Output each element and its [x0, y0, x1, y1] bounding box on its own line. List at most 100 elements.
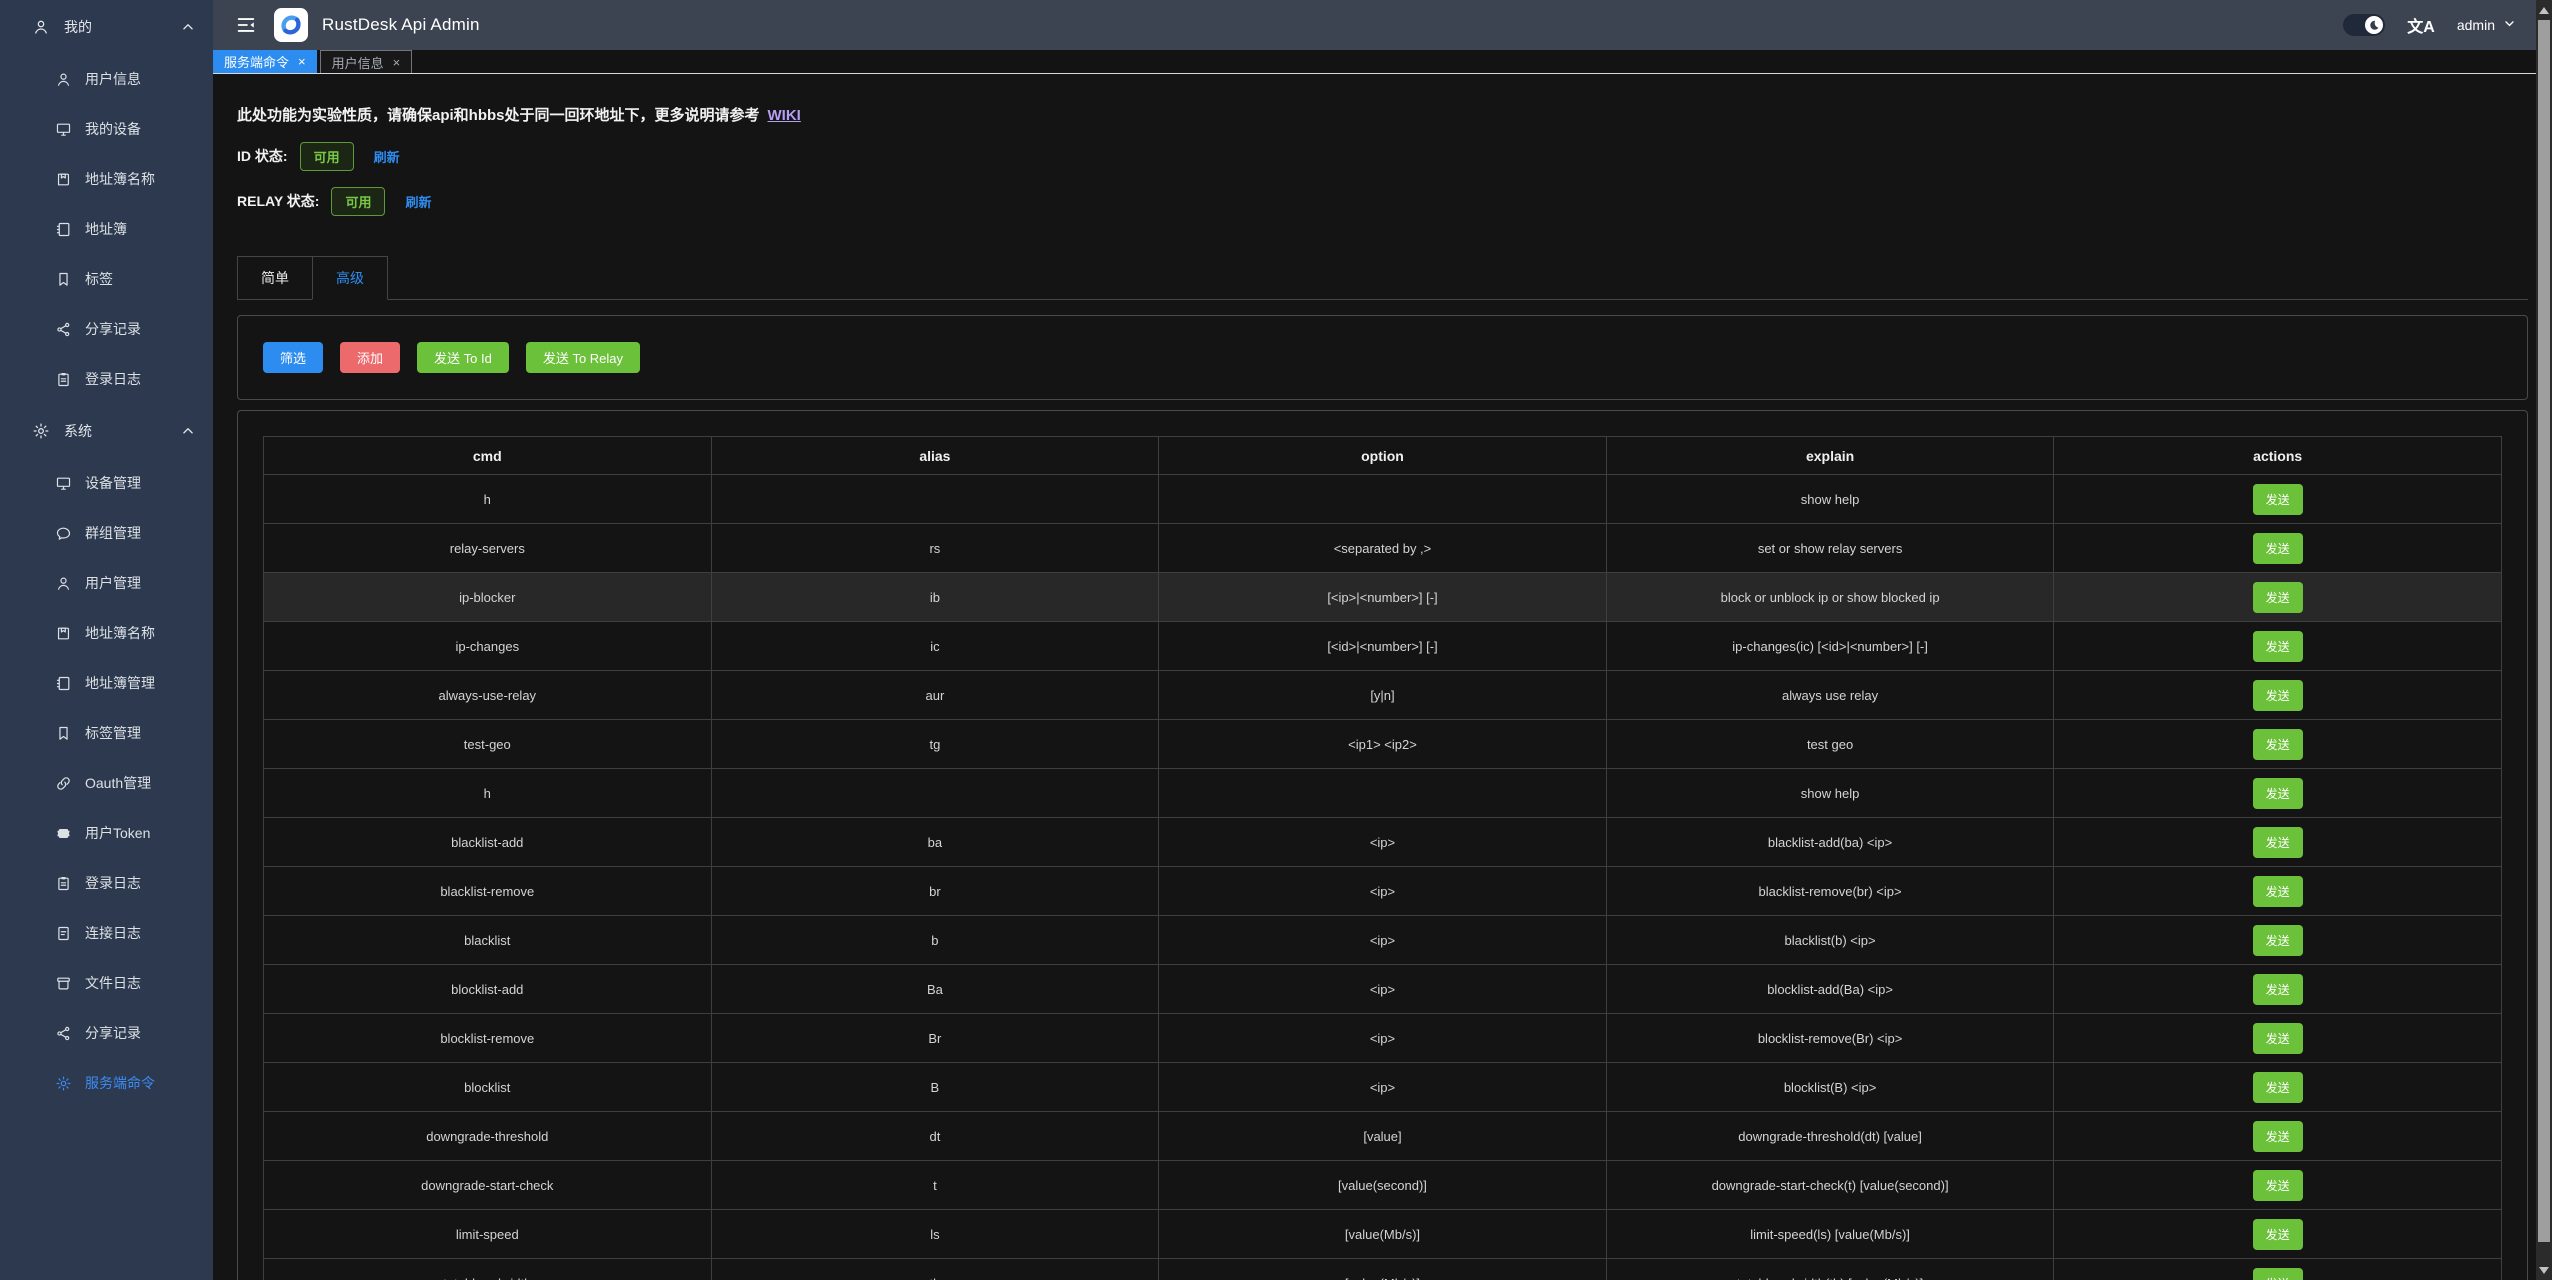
cell-cmd: total-bandwidth — [264, 1259, 712, 1280]
send-button[interactable]: 发送 — [2253, 778, 2303, 809]
cell-explain: blacklist-remove(br) <ip> — [1606, 867, 2054, 916]
sidebar-group-1[interactable]: 系统 — [0, 404, 213, 458]
sidebar-item-label: 用户信息 — [85, 69, 141, 89]
table-row: always-use-relayaur[y|n]always use relay… — [264, 671, 2502, 720]
cell-actions: 发送 — [2054, 1210, 2502, 1259]
window-tabs: 服务端命令×用户信息× — [213, 50, 2536, 74]
send-button[interactable]: 发送 — [2253, 582, 2303, 613]
cell-actions: 发送 — [2054, 769, 2502, 818]
sidebar-item[interactable]: 我的设备 — [0, 104, 213, 154]
relay-refresh-link[interactable]: 刷新 — [405, 192, 431, 211]
sidebar-item[interactable]: 地址簿管理 — [0, 658, 213, 708]
notebook-icon — [55, 221, 72, 238]
cell-cmd: downgrade-threshold — [264, 1112, 712, 1161]
cell-cmd: ip-changes — [264, 622, 712, 671]
send-button[interactable]: 发送 — [2253, 729, 2303, 760]
send-button[interactable]: 发送 — [2253, 631, 2303, 662]
sidebar-item[interactable]: 地址簿名称 — [0, 154, 213, 204]
send-button[interactable]: 发送 — [2253, 925, 2303, 956]
id-refresh-link[interactable]: 刷新 — [374, 147, 400, 166]
chevron-down-icon — [2503, 17, 2516, 33]
sidebar-item-label: 用户管理 — [85, 573, 141, 593]
cell-cmd: h — [264, 769, 712, 818]
send-button[interactable]: 发送 — [2253, 1268, 2303, 1280]
sidebar-item[interactable]: 用户信息 — [0, 54, 213, 104]
sidebar-item[interactable]: 连接日志 — [0, 908, 213, 958]
sidebar-item-label: 地址簿名称 — [85, 169, 155, 189]
sidebar-item[interactable]: 标签管理 — [0, 708, 213, 758]
monitor-icon — [55, 121, 72, 138]
sidebar-item[interactable]: 用户管理 — [0, 558, 213, 608]
cell-option: <ip> — [1159, 867, 1607, 916]
chevron-up-icon — [179, 422, 197, 440]
scrollbar-thumb[interactable] — [2538, 20, 2550, 1242]
cell-option: [value] — [1159, 1112, 1607, 1161]
view-tab[interactable]: 简单 — [237, 256, 313, 299]
id-status-label: ID 状态: — [237, 146, 288, 166]
username: admin — [2457, 17, 2495, 33]
user-menu[interactable]: admin — [2457, 17, 2516, 33]
sidebar-item[interactable]: 分享记录 — [0, 304, 213, 354]
cell-actions: 发送 — [2054, 867, 2502, 916]
sidebar-item[interactable]: 文件日志 — [0, 958, 213, 1008]
menu-fold-icon[interactable] — [235, 14, 257, 36]
cell-option: <ip1> <ip2> — [1159, 720, 1607, 769]
sidebar-group-0[interactable]: 我的 — [0, 0, 213, 54]
cell-alias — [711, 769, 1159, 818]
send-button[interactable]: 发送 — [2253, 533, 2303, 564]
send-button[interactable]: 发送 — [2253, 1219, 2303, 1250]
notebook-icon — [55, 675, 72, 692]
scroll-down-icon[interactable] — [2536, 1262, 2552, 1278]
send-button[interactable]: 发送 — [2253, 827, 2303, 858]
table-row: ip-changesic[<id>|<number>] [-]ip-change… — [264, 622, 2502, 671]
cell-actions: 发送 — [2054, 1014, 2502, 1063]
top-header: RustDesk Api Admin 文A admin — [213, 0, 2536, 50]
window-tab[interactable]: 服务端命令× — [213, 50, 317, 73]
id-status-badge[interactable]: 可用 — [300, 142, 354, 171]
cell-actions: 发送 — [2054, 1063, 2502, 1112]
send-button[interactable]: 发送 — [2253, 974, 2303, 1005]
send-button[interactable]: 发送 — [2253, 484, 2303, 515]
send-button[interactable]: 发送 — [2253, 1121, 2303, 1152]
sidebar-item-label: 地址簿 — [85, 219, 127, 239]
monitor-icon — [55, 475, 72, 492]
sidebar-item[interactable]: 登录日志 — [0, 354, 213, 404]
send-button[interactable]: 发送 — [2253, 1170, 2303, 1201]
sidebar-item-label: 服务端命令 — [85, 1073, 155, 1093]
scroll-up-icon[interactable] — [2536, 2, 2552, 18]
sidebar-item[interactable]: 设备管理 — [0, 458, 213, 508]
toolbar-button[interactable]: 发送 To Relay — [526, 342, 640, 373]
translate-icon[interactable]: 文A — [2407, 13, 2435, 37]
vertical-scrollbar[interactable] — [2536, 0, 2552, 1280]
sidebar-item[interactable]: 群组管理 — [0, 508, 213, 558]
sidebar-item[interactable]: 登录日志 — [0, 858, 213, 908]
sidebar-item[interactable]: 地址簿名称 — [0, 608, 213, 658]
cell-cmd: blacklist — [264, 916, 712, 965]
sidebar-item[interactable]: Oauth管理 — [0, 758, 213, 808]
send-button[interactable]: 发送 — [2253, 1023, 2303, 1054]
dark-mode-toggle[interactable] — [2343, 14, 2385, 36]
sidebar-item[interactable]: 标签 — [0, 254, 213, 304]
close-icon[interactable]: × — [298, 55, 306, 68]
window-tab[interactable]: 用户信息× — [320, 50, 413, 73]
cell-explain: limit-speed(ls) [value(Mb/s)] — [1606, 1210, 2054, 1259]
toolbar-button[interactable]: 发送 To Id — [417, 342, 509, 373]
sidebar-item[interactable]: 服务端命令 — [0, 1058, 213, 1108]
send-button[interactable]: 发送 — [2253, 876, 2303, 907]
cell-explain: blacklist-add(ba) <ip> — [1606, 818, 2054, 867]
wiki-link[interactable]: WIKI — [768, 107, 801, 124]
toolbar-button[interactable]: 添加 — [340, 342, 400, 373]
cell-alias: ic — [711, 622, 1159, 671]
table-header-row: cmdaliasoptionexplainactions — [264, 437, 2502, 475]
sidebar-item[interactable]: 地址簿 — [0, 204, 213, 254]
send-button[interactable]: 发送 — [2253, 1072, 2303, 1103]
toolbar-button[interactable]: 筛选 — [263, 342, 323, 373]
relay-status-badge[interactable]: 可用 — [331, 187, 385, 216]
view-tab[interactable]: 高级 — [312, 256, 388, 300]
sidebar-item-label: 标签管理 — [85, 723, 141, 743]
sidebar-item[interactable]: 用户Token — [0, 808, 213, 858]
close-icon[interactable]: × — [393, 56, 401, 69]
sidebar-item-label: 地址簿管理 — [85, 673, 155, 693]
send-button[interactable]: 发送 — [2253, 680, 2303, 711]
sidebar-item[interactable]: 分享记录 — [0, 1008, 213, 1058]
